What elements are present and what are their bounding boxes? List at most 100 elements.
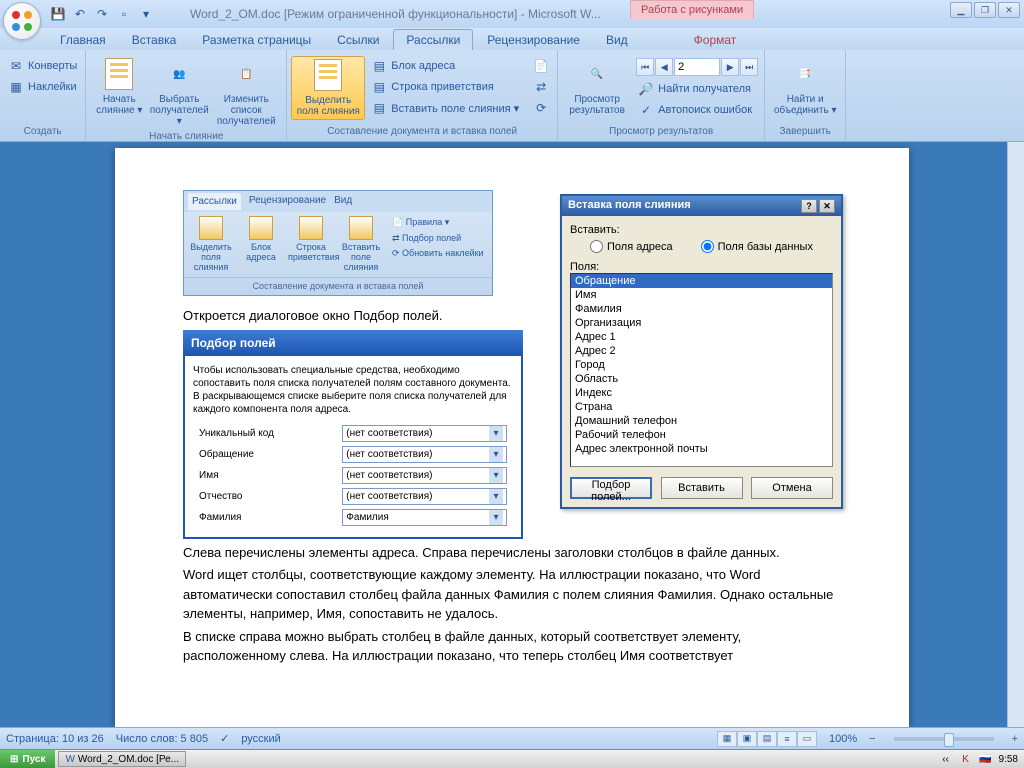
status-words[interactable]: Число слов: 5 805 bbox=[116, 733, 208, 745]
envelope-icon: ✉ bbox=[8, 58, 24, 74]
merge-field-item[interactable]: Обращение bbox=[571, 274, 832, 288]
insert-label: Вставить: bbox=[570, 224, 833, 236]
tab-review[interactable]: Рецензирование bbox=[475, 30, 592, 50]
greeting-line-button[interactable]: ▤Строка приветствия bbox=[367, 77, 523, 97]
zoom-in-button[interactable]: + bbox=[1012, 733, 1018, 745]
auto-check-button[interactable]: ✓Автопоиск ошибок bbox=[634, 100, 760, 120]
tab-format[interactable]: Формат bbox=[682, 30, 749, 50]
qat-dropdown-icon[interactable]: ▾ bbox=[136, 4, 156, 24]
windows-icon: ⊞ bbox=[10, 754, 18, 765]
group-create-label: Создать bbox=[4, 124, 81, 139]
qat-redo-icon[interactable]: ↷ bbox=[92, 4, 112, 24]
merge-field-item[interactable]: Область bbox=[571, 372, 832, 386]
insert-merge-field-dialog: Вставка поля слияния ? ✕ Вставить: Поля … bbox=[560, 194, 843, 509]
start-merge-button[interactable]: Начать слияние ▾ bbox=[90, 56, 148, 118]
zoom-percent[interactable]: 100% bbox=[829, 733, 857, 745]
tray-kaspersky-icon[interactable]: K bbox=[959, 752, 973, 766]
view-fullscreen[interactable]: ▣ bbox=[737, 731, 757, 747]
merge-field-item[interactable]: Город bbox=[571, 358, 832, 372]
status-bar: Страница: 10 из 26 Число слов: 5 805 ✓ р… bbox=[0, 727, 1024, 749]
close-button[interactable]: ✕ bbox=[998, 2, 1020, 18]
merge-field-item[interactable]: Организация bbox=[571, 316, 832, 330]
cancel-button[interactable]: Отмена bbox=[751, 477, 833, 499]
vertical-scrollbar[interactable] bbox=[1007, 142, 1024, 727]
tray-chevron-icon[interactable]: ‹‹ bbox=[939, 752, 953, 766]
merge-fields-listbox[interactable]: ОбращениеИмяФамилияОрганизацияАдрес 1Адр… bbox=[570, 273, 833, 467]
restore-button[interactable]: ❐ bbox=[974, 2, 996, 18]
nav-prev-button[interactable]: ◀ bbox=[655, 58, 673, 76]
insert-merge-field-button[interactable]: ▤Вставить поле слияния ▾ bbox=[367, 98, 523, 118]
qat-save-icon[interactable]: 💾 bbox=[48, 4, 68, 24]
preview-results-button[interactable]: 🔍Просмотр результатов bbox=[562, 56, 632, 118]
doc-paragraph: Слева перечислены элементы адреса. Справ… bbox=[183, 543, 841, 563]
merge-field-item[interactable]: Рабочий телефон bbox=[571, 428, 832, 442]
insert-button[interactable]: Вставить bbox=[661, 477, 743, 499]
highlight-merge-fields-button[interactable]: Выделить поля слияния bbox=[291, 56, 365, 120]
radio-database-fields[interactable]: Поля базы данных bbox=[701, 240, 813, 253]
tray-clock[interactable]: 9:58 bbox=[999, 754, 1018, 765]
zoom-out-button[interactable]: − bbox=[869, 733, 875, 745]
office-button[interactable] bbox=[3, 2, 41, 40]
status-page[interactable]: Страница: 10 из 26 bbox=[6, 733, 104, 745]
recipients-icon: 👥 bbox=[163, 58, 195, 90]
doc-paragraph: Word ищет столбцы, соответствующие каждо… bbox=[183, 565, 841, 624]
group-preview-label: Просмотр результатов bbox=[562, 124, 760, 139]
doc-paragraph: В списке справа можно выбрать столбец в … bbox=[183, 627, 841, 666]
find-icon: 🔎 bbox=[638, 81, 654, 97]
tab-references[interactable]: Ссылки bbox=[325, 30, 391, 50]
merge-field-item[interactable]: Имя bbox=[571, 288, 832, 302]
start-button[interactable]: ⊞Пуск bbox=[0, 750, 55, 768]
view-draft[interactable]: ▭ bbox=[797, 731, 817, 747]
finish-icon: 📑 bbox=[789, 58, 821, 90]
tab-home[interactable]: Главная bbox=[48, 30, 118, 50]
tab-view[interactable]: Вид bbox=[594, 30, 640, 50]
match-fields-dialog-button[interactable]: Подбор полей... bbox=[570, 477, 652, 499]
zoom-slider[interactable] bbox=[894, 737, 994, 741]
merge-field-item[interactable]: Фамилия bbox=[571, 302, 832, 316]
status-language[interactable]: русский bbox=[241, 733, 280, 745]
tab-mailings[interactable]: Рассылки bbox=[393, 29, 473, 50]
tab-insert[interactable]: Вставка bbox=[120, 30, 189, 50]
minimize-button[interactable]: ▁ bbox=[950, 2, 972, 18]
taskbar: ⊞Пуск WWord_2_OM.doc [Ре... ‹‹ K 🇷🇺 9:58 bbox=[0, 749, 1024, 768]
merge-field-item[interactable]: Страна bbox=[571, 400, 832, 414]
context-tab-pictures[interactable]: Работа с рисунками bbox=[630, 0, 754, 19]
find-recipient-button[interactable]: 🔎Найти получателя bbox=[634, 79, 760, 99]
merge-field-item[interactable]: Адрес электронной почты bbox=[571, 442, 832, 456]
update-icon: ⟳ bbox=[533, 100, 549, 116]
address-block-button[interactable]: ▤Блок адреса bbox=[367, 56, 523, 76]
view-web[interactable]: ▤ bbox=[757, 731, 777, 747]
view-outline[interactable]: ≡ bbox=[777, 731, 797, 747]
merge-field-item[interactable]: Адрес 2 bbox=[571, 344, 832, 358]
radio-address-fields[interactable]: Поля адреса bbox=[590, 240, 673, 253]
nav-first-button[interactable]: ⏮ bbox=[636, 58, 654, 76]
labels-button[interactable]: ▦Наклейки bbox=[4, 77, 81, 97]
word-icon: W bbox=[65, 754, 74, 765]
qat-new-icon[interactable]: ▫ bbox=[114, 4, 134, 24]
envelopes-button[interactable]: ✉Конверты bbox=[4, 56, 81, 76]
record-number-input[interactable] bbox=[674, 58, 720, 76]
edit-recipients-button[interactable]: 📋Изменить список получателей bbox=[210, 56, 282, 129]
ribbon: ✉Конверты ▦Наклейки Создать Начать слиян… bbox=[0, 50, 1024, 142]
label-icon: ▦ bbox=[8, 79, 24, 95]
dialog-close-button[interactable]: ✕ bbox=[819, 199, 835, 213]
merge-field-item[interactable]: Домашний телефон bbox=[571, 414, 832, 428]
view-print-layout[interactable]: ▦ bbox=[717, 731, 737, 747]
nav-next-button[interactable]: ▶ bbox=[721, 58, 739, 76]
qat-undo-icon[interactable]: ↶ bbox=[70, 4, 90, 24]
dialog-help-button[interactable]: ? bbox=[801, 199, 817, 213]
tray-lang-icon[interactable]: 🇷🇺 bbox=[979, 752, 993, 766]
start-merge-icon bbox=[103, 58, 135, 90]
tab-page-layout[interactable]: Разметка страницы bbox=[190, 30, 323, 50]
rules-button[interactable]: 📄 bbox=[529, 56, 553, 76]
update-labels-button[interactable]: ⟳ bbox=[529, 98, 553, 118]
insert-field-icon: ▤ bbox=[371, 100, 387, 116]
merge-field-item[interactable]: Индекс bbox=[571, 386, 832, 400]
match-fields-button[interactable]: ⇄ bbox=[529, 77, 553, 97]
finish-merge-button[interactable]: 📑Найти и объединить ▾ bbox=[769, 56, 841, 118]
select-recipients-button[interactable]: 👥Выбрать получателей ▾ bbox=[150, 56, 208, 129]
taskbar-item-word[interactable]: WWord_2_OM.doc [Ре... bbox=[58, 751, 186, 767]
nav-last-button[interactable]: ⏭ bbox=[740, 58, 758, 76]
status-spell-icon[interactable]: ✓ bbox=[220, 732, 229, 745]
merge-field-item[interactable]: Адрес 1 bbox=[571, 330, 832, 344]
